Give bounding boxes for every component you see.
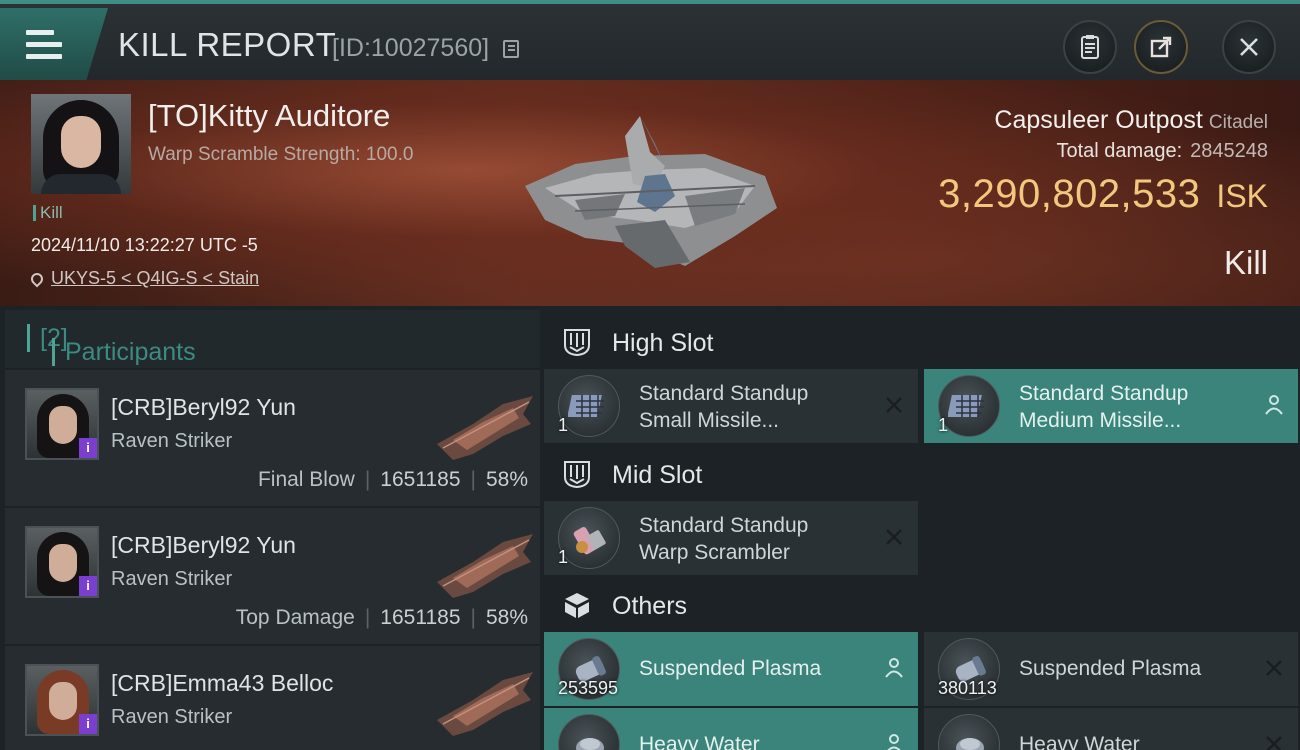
hamburger-icon — [26, 30, 62, 66]
location-path[interactable]: UKYS-5 < Q4IG-S < Stain — [51, 268, 259, 288]
cargo-name: Suspended Plasma — [639, 657, 822, 680]
victim-name[interactable]: [TO]Kitty Auditore — [148, 98, 390, 134]
cargo-item[interactable]: 380113 Suspended Plasma — [924, 632, 1298, 706]
raven-striker-ship-image — [437, 396, 533, 460]
participant-percent: 58% — [485, 606, 528, 629]
cargo-item[interactable]: Heavy Water — [544, 708, 918, 750]
menu-button[interactable] — [0, 8, 108, 80]
cargo-item[interactable]: Heavy Water — [924, 708, 1298, 750]
close-icon — [1240, 38, 1258, 56]
module-item[interactable]: 1 Standard Standup Warp Scrambler — [544, 501, 918, 575]
cargo-name: Suspended Plasma — [1019, 657, 1202, 680]
participant-row[interactable]: i [CRB]Emma43 Belloc Raven Striker — [5, 646, 540, 750]
copy-icon[interactable] — [503, 40, 519, 58]
dropped-person-icon — [887, 734, 901, 750]
isk-value-row: 3,290,802,533 ISK — [938, 172, 1268, 217]
module-name: Standard Standup Medium Missile... — [1019, 382, 1189, 432]
cargo-name: Heavy Water — [639, 733, 760, 750]
participant-percent: 58% — [485, 468, 528, 491]
cargo-item[interactable]: 253595 Suspended Plasma — [544, 632, 918, 706]
heavy-water-icon — [558, 714, 620, 750]
participants-title: Participants [2] — [27, 324, 196, 366]
participant-avatar[interactable]: i — [25, 388, 99, 460]
raven-striker-ship-image — [437, 672, 533, 736]
fitting-panel: High Slot 1 Standard Standup Small Missil… — [544, 310, 1300, 750]
high-slot-header: High Slot — [544, 315, 1300, 369]
participants-header: Participants [2] — [5, 310, 540, 368]
victim-avatar[interactable] — [31, 94, 131, 194]
victim-ship-name: Capsuleer Outpost — [994, 106, 1203, 134]
participant-ship: Raven Striker — [111, 430, 233, 452]
info-badge-icon: i — [79, 576, 97, 596]
share-button[interactable] — [1134, 20, 1188, 74]
mid-slot-icon — [564, 461, 590, 489]
participant-name[interactable]: [CRB]Beryl92 Yun — [111, 532, 296, 559]
destroyed-x-icon — [886, 529, 902, 545]
mid-slot-label: Mid Slot — [612, 461, 703, 489]
heavy-water-icon — [938, 714, 1000, 750]
kill-datetime: 2024/11/10 13:22:27 UTC -5 — [31, 235, 258, 255]
warp-scramble-strength: Warp Scramble Strength: 100.0 — [148, 144, 414, 165]
participant-name[interactable]: [CRB]Beryl92 Yun — [111, 394, 296, 421]
module-quantity: 1 — [558, 547, 569, 567]
dropped-person-icon — [885, 658, 903, 678]
participant-avatar[interactable]: i — [25, 664, 99, 736]
module-name: Standard Standup Small Missile... — [639, 382, 809, 432]
isk-value: 3,290,802,533 — [938, 172, 1201, 216]
clipboard-button[interactable] — [1063, 20, 1117, 74]
location-pin-icon — [28, 270, 46, 288]
victim-ship[interactable]: Capsuleer Outpost Citadel — [994, 106, 1268, 135]
high-slot-label: High Slot — [612, 329, 714, 357]
high-slot-icon — [564, 329, 590, 357]
dropped-person-icon — [1265, 395, 1283, 415]
destroyed-x-icon — [1266, 736, 1282, 750]
cargo-quantity: 380113 — [938, 678, 997, 698]
module-item[interactable]: 1 Standard Standup Small Missile... — [544, 369, 918, 443]
participant-row[interactable]: i [CRB]Beryl92 Yun Raven Striker Top Dam… — [5, 508, 540, 644]
participant-stats: Final Blow | 1651185 | 58% — [257, 468, 528, 491]
share-icon — [1150, 36, 1172, 58]
participant-label: Final Blow — [257, 468, 355, 491]
cargo-box-icon — [565, 593, 589, 618]
participant-damage: 1651185 — [380, 468, 461, 491]
clipboard-icon — [1081, 35, 1099, 59]
participant-stats: Top Damage | 1651185 | 58% — [235, 606, 528, 629]
kill-result: Kill — [1223, 244, 1268, 281]
participants-panel: Participants [2] i [CRB]Beryl92 Yun Rave… — [5, 310, 540, 750]
others-label: Others — [612, 592, 688, 620]
module-item[interactable]: 1 Standard Standup Medium Missile... — [924, 369, 1298, 443]
top-bar: KILL REPORT [ID:10027560] — [0, 0, 1300, 80]
cargo-quantity: 253595 — [558, 678, 619, 698]
cargo-name: Heavy Water — [1019, 733, 1140, 750]
isk-unit: ISK — [1216, 178, 1268, 214]
total-damage-label: Total damage: — [1056, 140, 1183, 162]
participant-name[interactable]: [CRB]Emma43 Belloc — [111, 670, 333, 697]
mid-slot-header: Mid Slot — [544, 447, 1300, 501]
total-damage: Total damage: 2845248 — [1056, 140, 1268, 163]
participant-row[interactable]: i [CRB]Beryl92 Yun Raven Striker Final B… — [5, 370, 540, 506]
close-button[interactable] — [1222, 20, 1276, 74]
report-id: [ID:10027560] — [332, 34, 490, 62]
participant-damage: 1651185 — [380, 606, 461, 629]
destroyed-x-icon — [886, 397, 902, 413]
info-badge-icon: i — [79, 438, 97, 458]
info-badge-icon: i — [79, 714, 97, 734]
kill-banner: [TO]Kitty Auditore Warp Scramble Strengt… — [0, 80, 1300, 306]
module-quantity: 1 — [558, 415, 569, 435]
others-header: Others — [544, 578, 1300, 632]
module-quantity: 1 — [938, 415, 949, 435]
participant-ship: Raven Striker — [111, 568, 233, 590]
kill-location[interactable]: UKYS-5 < Q4IG-S < Stain — [28, 268, 259, 289]
citadel-structure-image — [525, 116, 777, 268]
victim-ship-class: Citadel — [1208, 112, 1268, 133]
total-damage-value: 2845248 — [1190, 140, 1268, 162]
participant-ship: Raven Striker — [111, 706, 233, 728]
participant-label: Top Damage — [235, 606, 355, 629]
kill-tag: Kill — [33, 204, 63, 221]
destroyed-x-icon — [1266, 660, 1282, 676]
raven-striker-ship-image — [437, 534, 533, 598]
participant-avatar[interactable]: i — [25, 526, 99, 598]
module-name: Standard Standup Warp Scrambler — [639, 514, 809, 564]
page-title: KILL REPORT — [118, 26, 337, 63]
